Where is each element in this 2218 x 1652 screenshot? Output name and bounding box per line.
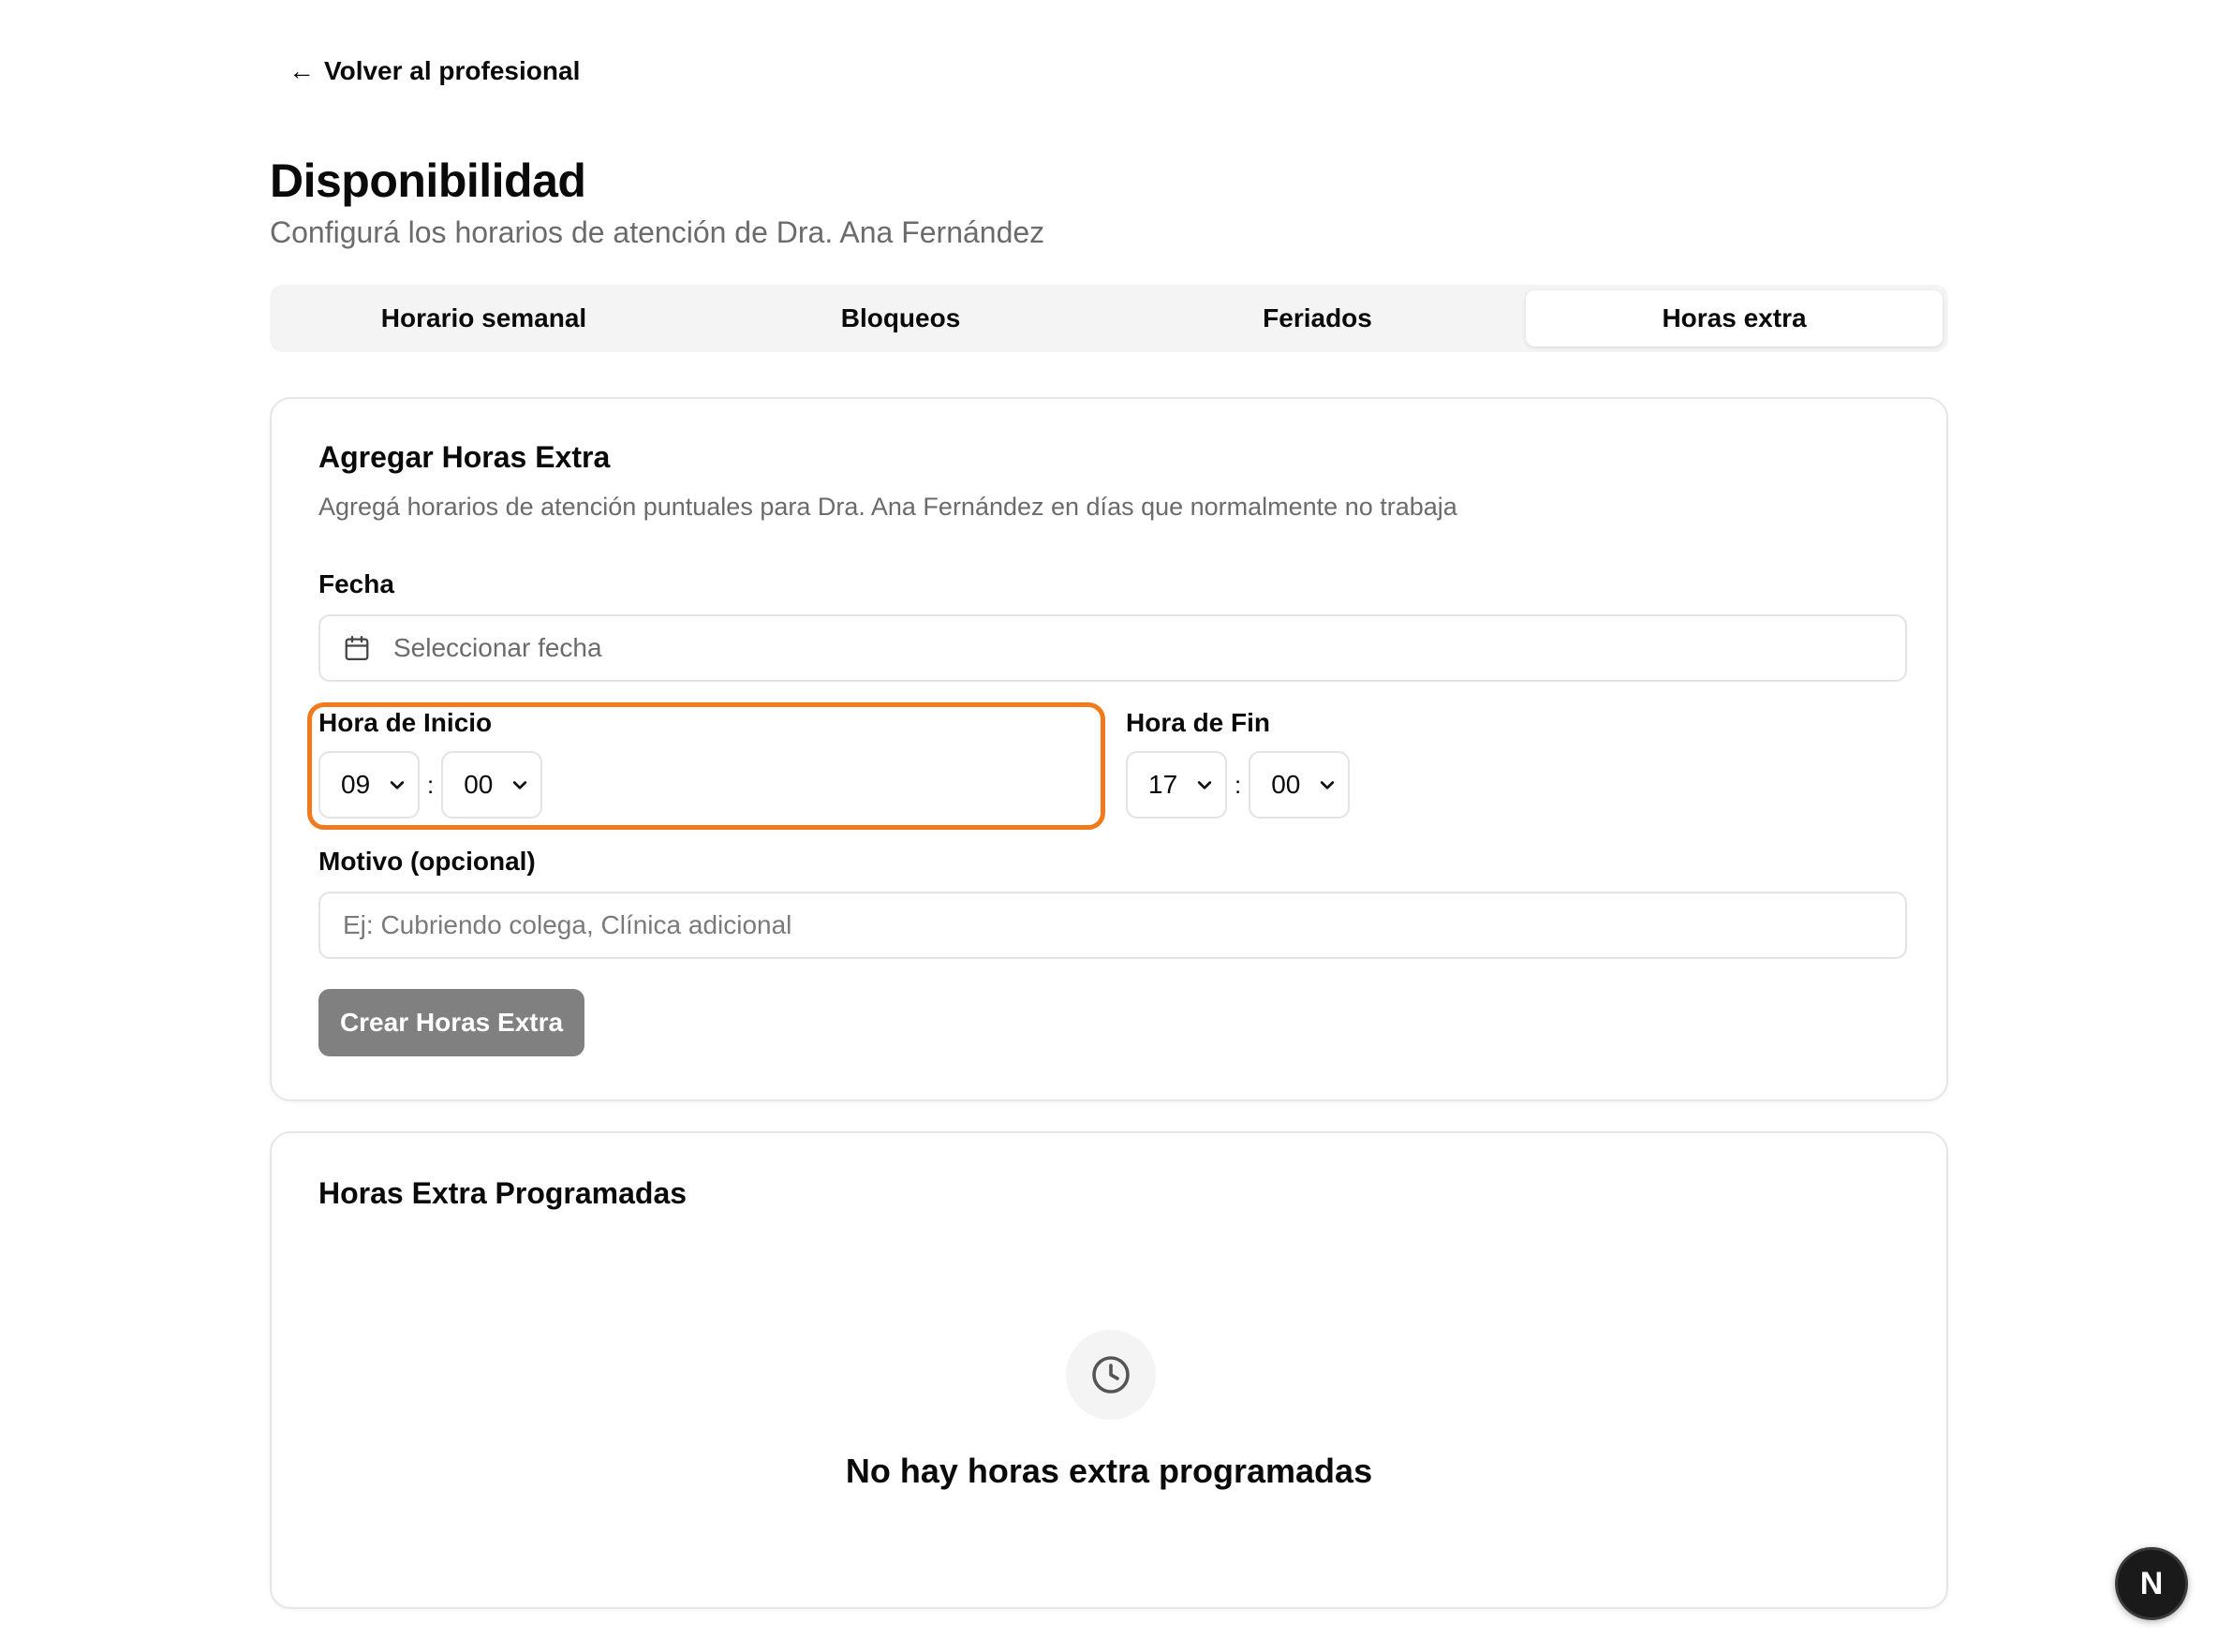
- back-link-label: Volver al profesional: [324, 56, 581, 85]
- chevron-down-icon: [510, 775, 529, 794]
- end-time-label: Hora de Fin: [1126, 708, 1271, 737]
- tab-blocks[interactable]: Bloqueos: [692, 290, 1109, 347]
- empty-state-message: No hay horas extra programadas: [845, 1452, 1373, 1490]
- reason-input[interactable]: [343, 893, 1905, 957]
- calendar-icon: [343, 634, 371, 662]
- add-extra-hours-title: Agregar Horas Extra: [318, 440, 611, 474]
- clock-icon: [1088, 1352, 1133, 1397]
- start-hour-value: 09: [341, 770, 371, 799]
- tab-weekly-schedule[interactable]: Horario semanal: [275, 290, 692, 347]
- availability-tabs: Horario semanal Bloqueos Feriados Horas …: [270, 285, 1948, 352]
- start-minute-value: 00: [464, 770, 494, 799]
- start-time-label: Hora de Inicio: [318, 708, 493, 737]
- chevron-down-icon: [1318, 775, 1337, 794]
- date-placeholder: Seleccionar fecha: [393, 633, 602, 662]
- end-hour-select[interactable]: 17: [1126, 751, 1227, 819]
- date-picker[interactable]: Seleccionar fecha: [318, 614, 1907, 682]
- page: ← Volver al profesional Disponibilidad C…: [0, 0, 2218, 1652]
- page-subtitle: Configurá los horarios de atención de Dr…: [270, 215, 1045, 249]
- end-minute-value: 00: [1271, 770, 1301, 799]
- back-to-professional-link[interactable]: ← Volver al profesional: [288, 56, 580, 86]
- scheduled-extra-hours-card: Horas Extra Programadas No hay horas ext…: [270, 1131, 1948, 1609]
- chevron-down-icon: [1195, 775, 1214, 794]
- nextjs-dev-badge[interactable]: N: [2115, 1547, 2188, 1620]
- scheduled-extra-hours-title: Horas Extra Programadas: [318, 1176, 688, 1210]
- add-extra-hours-card: Agregar Horas Extra Agregá horarios de a…: [270, 397, 1948, 1101]
- end-minute-select[interactable]: 00: [1249, 751, 1351, 819]
- reason-field-wrapper: [318, 892, 1907, 959]
- tab-holidays[interactable]: Feriados: [1109, 290, 1526, 347]
- date-label: Fecha: [318, 569, 394, 598]
- start-hour-select[interactable]: 09: [318, 751, 420, 819]
- reason-label: Motivo (opcional): [318, 847, 536, 876]
- page-title: Disponibilidad: [270, 155, 586, 207]
- start-time-picker: 09 : 00: [318, 751, 543, 819]
- add-extra-hours-description: Agregá horarios de atención puntuales pa…: [318, 493, 1457, 521]
- start-minute-select[interactable]: 00: [441, 751, 543, 819]
- chevron-down-icon: [388, 775, 407, 794]
- end-time-picker: 17 : 00: [1126, 751, 1351, 819]
- end-time-separator: :: [1235, 770, 1242, 799]
- tab-extra-hours[interactable]: Horas extra: [1526, 290, 1943, 347]
- start-time-separator: :: [427, 770, 435, 799]
- create-extra-hours-button[interactable]: Crear Horas Extra: [318, 989, 584, 1056]
- end-hour-value: 17: [1148, 770, 1178, 799]
- back-arrow-icon: ←: [288, 56, 315, 85]
- empty-state-icon-wrapper: [1066, 1330, 1156, 1420]
